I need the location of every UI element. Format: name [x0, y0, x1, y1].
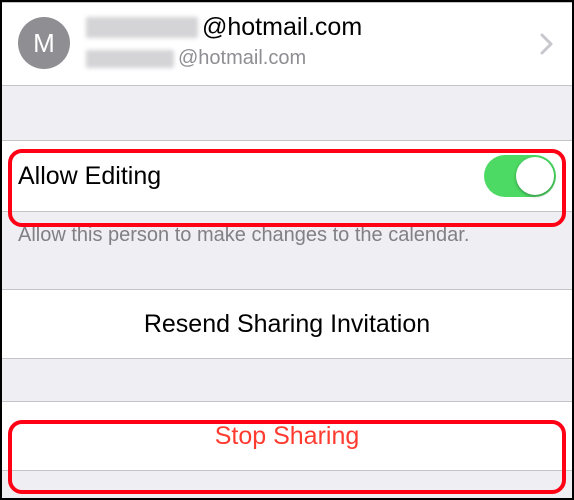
resend-invitation-label: Resend Sharing Invitation	[144, 310, 430, 339]
redacted-name	[86, 17, 198, 38]
resend-invitation-button[interactable]: Resend Sharing Invitation	[2, 290, 572, 358]
account-email-primary: @hotmail.com	[202, 15, 362, 40]
allow-editing-row: Allow Editing	[2, 141, 572, 211]
account-texts: @hotmail.com @hotmail.com	[86, 15, 362, 71]
account-row[interactable]: M @hotmail.com @hotmail.com	[2, 3, 572, 85]
toggle-knob	[516, 157, 554, 195]
avatar-initial: M	[33, 28, 55, 59]
allow-editing-footer: Allow this person to make changes to the…	[2, 212, 572, 247]
stop-sharing-label: Stop Sharing	[215, 422, 360, 451]
allow-editing-label: Allow Editing	[18, 162, 161, 191]
allow-editing-toggle[interactable]	[484, 155, 556, 197]
stop-sharing-button[interactable]: Stop Sharing	[2, 402, 572, 470]
redacted-name-secondary	[86, 50, 174, 68]
avatar: M	[18, 17, 70, 69]
chevron-right-icon	[540, 33, 554, 55]
account-email-secondary: @hotmail.com	[178, 46, 306, 71]
